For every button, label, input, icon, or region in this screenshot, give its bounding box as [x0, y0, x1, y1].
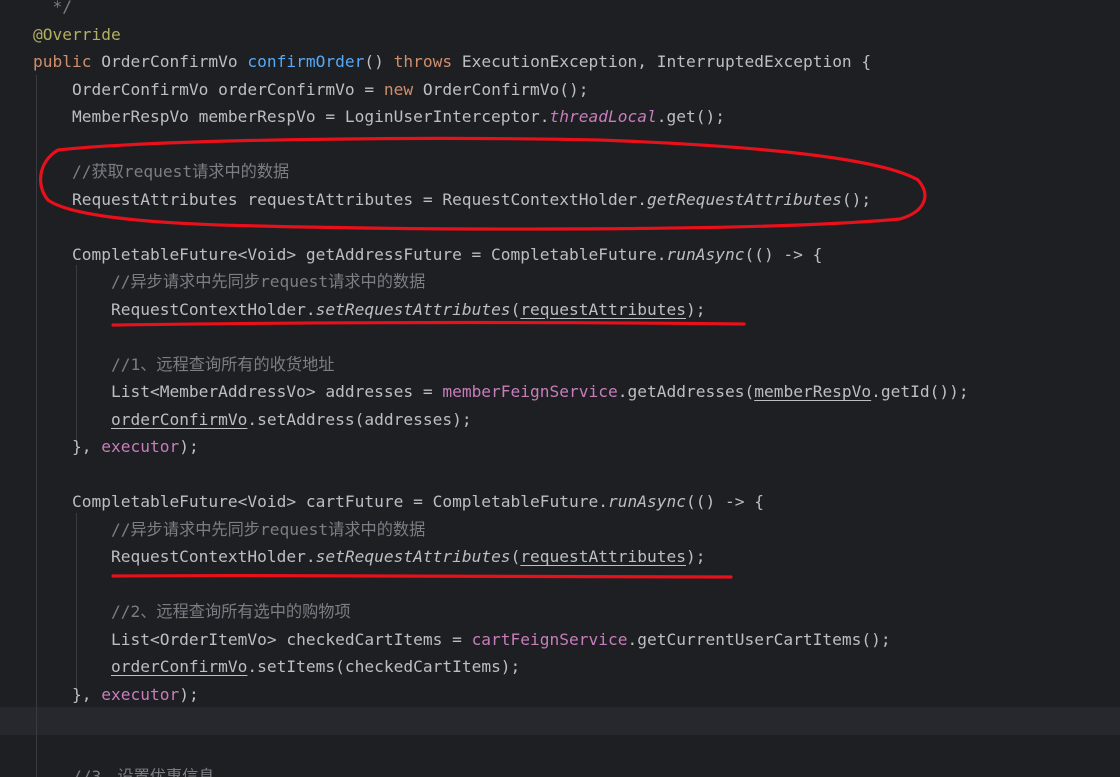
code-line[interactable] [0, 131, 1120, 159]
code-token: .getAddresses( [617, 382, 755, 401]
code-line[interactable]: CompletableFuture<Void> cartFuture = Com… [0, 488, 1120, 516]
code-token: getRequestAttributes [646, 189, 842, 209]
code-token: .setAddress(addresses); [247, 409, 472, 429]
code-token: OrderConfirmVo orderConfirmVo = [33, 79, 384, 99]
code-line[interactable]: public OrderConfirmVo confirmOrder() thr… [0, 48, 1120, 76]
code-token: setRequestAttributes [315, 299, 511, 319]
code-token: ); [179, 684, 199, 704]
code-line[interactable]: }, executor); [0, 681, 1120, 709]
code-token: public [33, 52, 92, 71]
code-editor[interactable]: */ @Override public OrderConfirmVo confirm… [0, 0, 1120, 777]
code-token: //异步请求中先同步request请求中的数据 [33, 272, 426, 291]
code-token: memberFeignService [442, 382, 618, 401]
code-line[interactable]: RequestAttributes requestAttributes = Re… [0, 186, 1120, 214]
code-token: RequestContextHolder. [33, 299, 316, 319]
code-token: runAsync [666, 244, 745, 264]
code-token: setRequestAttributes [315, 547, 511, 566]
code-token: OrderConfirmVo(); [413, 79, 589, 99]
code-line[interactable] [0, 571, 1120, 599]
code-token: ); [686, 299, 706, 319]
code-token: confirmOrder [247, 52, 365, 71]
code-token: executor [101, 437, 180, 456]
code-token: //获取request请求中的数据 [33, 162, 290, 181]
code-line[interactable] [0, 736, 1120, 764]
code-token: CompletableFuture<Void> getAddressFuture… [33, 244, 667, 264]
code-token: (); [841, 189, 872, 209]
code-line[interactable]: }, executor); [0, 433, 1120, 461]
code-line[interactable] [0, 323, 1120, 351]
code-token: requestAttributes [520, 547, 686, 566]
code-line[interactable]: //2、远程查询所有选中的购物项 [0, 598, 1120, 626]
code-token: () [364, 52, 394, 71]
code-token: }, [33, 437, 102, 456]
code-token: threadLocal [549, 107, 657, 126]
code-token: ExecutionException, InterruptedException… [452, 52, 872, 71]
code-line[interactable]: MemberRespVo memberRespVo = LoginUserInt… [0, 103, 1120, 131]
code-token: throws [393, 52, 453, 71]
code-token: */ [33, 0, 72, 16]
code-token: OrderConfirmVo [91, 52, 248, 71]
code-token: //异步请求中先同步request请求中的数据 [33, 519, 426, 539]
code-token: List<OrderItemVo> checkedCartItems = [33, 629, 472, 649]
code-line[interactable]: //1、远程查询所有的收货地址 [0, 351, 1120, 379]
code-line[interactable]: RequestContextHolder.setRequestAttribute… [0, 296, 1120, 324]
code-token: ); [686, 547, 706, 566]
code-line[interactable]: CompletableFuture<Void> getAddressFuture… [0, 241, 1120, 269]
code-token: (() -> { [744, 244, 823, 264]
code-token: runAsync [608, 492, 686, 511]
code-token: orderConfirmVo [110, 657, 248, 676]
code-token: CompletableFuture<Void> cartFuture = Com… [33, 492, 608, 511]
code-token: List<MemberAddressVo> addresses = [33, 382, 443, 401]
code-line[interactable] [0, 708, 1120, 736]
code-line[interactable]: //获取request请求中的数据 [0, 158, 1120, 186]
code-token: .get(); [656, 107, 725, 126]
code-line[interactable]: orderConfirmVo.setAddress(addresses); [0, 406, 1120, 434]
code-token: new [383, 79, 414, 99]
code-token: ); [179, 437, 199, 456]
code-line[interactable] [0, 461, 1120, 489]
code-line[interactable]: @Override [0, 21, 1120, 49]
code-token: MemberRespVo memberRespVo = LoginUserInt… [33, 107, 550, 126]
code-line[interactable]: List<MemberAddressVo> addresses = member… [0, 378, 1120, 406]
code-token: executor [101, 684, 180, 704]
code-token: .setItems(checkedCartItems); [247, 657, 521, 676]
code-token: requestAttributes [520, 299, 686, 319]
code-token: orderConfirmVo [110, 409, 248, 429]
code-token: RequestContextHolder. [33, 547, 316, 566]
code-line[interactable]: orderConfirmVo.setItems(checkedCartItems… [0, 653, 1120, 681]
code-token: }, [33, 684, 102, 704]
code-token: cartFeignService [471, 629, 628, 649]
code-token: ( [510, 299, 521, 319]
code-token: RequestAttributes requestAttributes = Re… [33, 189, 647, 209]
code-line[interactable]: //异步请求中先同步request请求中的数据 [0, 516, 1120, 544]
code-token: @Override [33, 24, 121, 44]
code-token: ( [510, 547, 521, 566]
code-token: .getId()); [871, 382, 969, 401]
code-line[interactable]: */ [0, 0, 1120, 21]
code-line[interactable] [0, 213, 1120, 241]
code-line[interactable]: RequestContextHolder.setRequestAttribute… [0, 543, 1120, 571]
code-token: //1、远程查询所有的收货地址 [33, 354, 335, 374]
code-token: .getCurrentUserCartItems(); [627, 629, 891, 649]
code-token: (() -> { [685, 492, 764, 511]
code-line[interactable]: List<OrderItemVo> checkedCartItems = car… [0, 626, 1120, 654]
code-line[interactable]: OrderConfirmVo orderConfirmVo = new Orde… [0, 76, 1120, 104]
code-token: //2、远程查询所有选中的购物项 [33, 602, 351, 621]
code-line[interactable]: //3、设置优惠信息 [0, 763, 1120, 777]
code-token: memberRespVo [754, 382, 872, 401]
code-line[interactable]: //异步请求中先同步request请求中的数据 [0, 268, 1120, 296]
code-token: //3、设置优惠信息 [33, 767, 215, 777]
